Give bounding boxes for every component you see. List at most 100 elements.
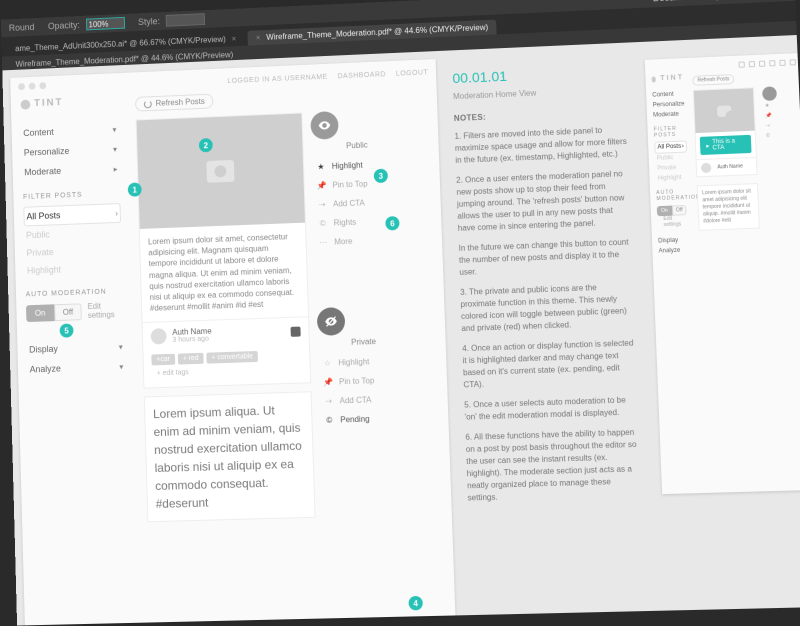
author-name: Auth Name [717, 163, 743, 170]
canvas-stage: 1 2 3 6 5 4 TINT Content▾ Personalize▾ M… [2, 35, 800, 626]
tag-chip[interactable]: +car [151, 354, 175, 366]
post-card: Lorem ipsum dolor sit amet adipisicing e… [697, 183, 760, 231]
toggle-off[interactable]: Off [54, 303, 82, 321]
post-image-placeholder [137, 114, 305, 229]
header-logout[interactable]: LOGOUT [396, 69, 429, 77]
close-icon[interactable]: × [232, 34, 237, 43]
opacity-input[interactable] [86, 17, 125, 31]
sidebar: TINT Content▾ Personalize▾ Moderate▸ FIL… [10, 73, 142, 626]
post-body: Lorem ipsum dolor sit amet, consectetur … [140, 223, 308, 323]
chevron-right-icon: ▸ [113, 164, 117, 173]
note-item: 4. Once an action or display function is… [462, 337, 637, 391]
eye-off-icon [324, 314, 338, 328]
brand-logo: TINT [20, 95, 117, 110]
cta-button[interactable]: ▸ This is a CTA [700, 135, 752, 155]
post-tags: +car + red + convertable + edit tags [143, 346, 310, 388]
toggle-on[interactable]: On [657, 206, 672, 217]
opacity-label: Opacity: [48, 20, 80, 31]
tag-chip[interactable]: + red [178, 353, 204, 365]
chevron-down-icon: ▾ [119, 342, 123, 351]
eye-icon [317, 118, 331, 132]
action-rights[interactable]: © [764, 130, 799, 142]
copyright-icon: © [318, 219, 328, 228]
notes-header: NOTES: [454, 106, 627, 125]
note-item: 1. Filters are moved into the side panel… [454, 124, 628, 167]
pin-icon: 📌 [323, 378, 333, 387]
close-icon[interactable]: × [256, 33, 261, 42]
auto-moderation-label: AUTO MODERATION [656, 189, 689, 202]
star-icon: ★ [316, 162, 326, 171]
post-body: Lorem ipsum dolor sit amet adipisicing e… [698, 184, 759, 230]
auto-moderation-label: AUTO MODERATION [26, 288, 124, 298]
link-icon: ⇢ [324, 397, 334, 406]
network-icon [291, 327, 301, 337]
note-item: In the future we can change this button … [458, 236, 633, 279]
notes-panel: 00.01.01 Moderation Home View NOTES: 1. … [446, 50, 657, 615]
note-item: 2. Once a user enters the moderation pan… [456, 168, 631, 235]
artboard-secondary: TINT Content Personalize Moderate FILTER… [645, 53, 800, 494]
action-pending[interactable]: ©Pending [320, 408, 412, 430]
camera-icon [206, 160, 234, 183]
refresh-posts-button[interactable]: Refresh Posts [692, 74, 735, 86]
main-content: Refresh Posts ▸ This is a CTA Auth Name … [687, 53, 800, 493]
header-dashboard[interactable]: DASHBOARD [337, 71, 386, 80]
header-logged-in: LOGGED IN AS USERNAME [227, 74, 328, 85]
visibility-toggle[interactable] [762, 86, 777, 101]
tag-chip[interactable]: + convertable [206, 351, 258, 364]
post-image-placeholder [694, 88, 755, 133]
chevron-down-icon: ▾ [112, 125, 116, 134]
visibility-label: Public [311, 139, 403, 152]
visibility-label: Private [318, 336, 410, 348]
filter-section-label: FILTER POSTS [654, 125, 687, 138]
avatar [151, 328, 167, 344]
chevron-down-icon: ▾ [119, 362, 123, 371]
auto-moderation-toggle: On Off [657, 205, 690, 216]
edit-settings-link[interactable]: Edit settings [663, 215, 690, 228]
chevron-down-icon: ▾ [113, 144, 117, 153]
link-icon: ⇢ [317, 200, 327, 209]
chevron-right-icon: › [115, 209, 118, 218]
edit-settings-link[interactable]: Edit settings [87, 301, 123, 320]
filter-highlight[interactable]: Highlight [655, 173, 688, 184]
post-column: Lorem ipsum dolor sit amet, consectetur … [136, 112, 316, 530]
pin-icon: 📌 [316, 181, 326, 190]
note-item: 3. The private and public icons are the … [460, 281, 635, 335]
visibility-toggle[interactable] [317, 307, 346, 336]
toggle-off[interactable]: Off [672, 205, 687, 216]
style-input[interactable] [166, 13, 205, 27]
refresh-posts-button[interactable]: Refresh Posts [135, 94, 214, 112]
window-controls [18, 82, 46, 90]
nav-moderate[interactable]: Moderate [653, 109, 686, 120]
more-icon: ⋯ [318, 238, 328, 247]
nav-analyze[interactable]: Analyze▾ [27, 356, 125, 379]
style-label: Style: [138, 16, 160, 27]
main-content: LOGGED IN AS USERNAME DASHBOARD LOGOUT R… [126, 59, 455, 623]
note-item: 5. Once a user selects auto moderation t… [464, 394, 639, 424]
nav-moderate[interactable]: Moderate▸ [22, 159, 120, 183]
toggle-on[interactable]: On [26, 304, 54, 322]
add-tags-link[interactable]: + edit tags [152, 367, 194, 379]
nav-analyze[interactable]: Analyze [658, 245, 691, 256]
avatar [701, 163, 712, 173]
round-label: Round [9, 22, 35, 33]
note-item: 6. All these functions have the ability … [465, 427, 642, 505]
copyright-icon: © [324, 416, 334, 425]
artboard-main: 1 2 3 6 5 4 TINT Content▾ Personalize▾ M… [10, 59, 455, 625]
auto-moderation-toggle: On Off Edit settings [26, 301, 124, 322]
star-icon: ☆ [322, 358, 332, 367]
menu-document-setup[interactable]: Document Setup [653, 0, 721, 3]
brand-logo: TINT [652, 74, 685, 82]
post-body: Lorem ipsum aliqua. Ut enim ad minim ven… [145, 393, 315, 522]
post-card: ▸ This is a CTA Auth Name [693, 87, 758, 177]
post-meta: Auth Name [697, 157, 757, 176]
post-card: Lorem ipsum dolor sit amet, consectetur … [136, 112, 312, 388]
camera-icon [717, 105, 732, 117]
post-actions-column: Public ★Highlight 📌Pin to Top ⇢Add CTA ©… [310, 108, 416, 526]
filter-section-label: FILTER POSTS [23, 190, 120, 201]
mini-toolbar [692, 59, 796, 70]
filter-highlight[interactable]: Highlight [25, 258, 123, 279]
refresh-icon [144, 100, 152, 108]
header-bar: LOGGED IN AS USERNAME DASHBOARD LOGOUT [134, 69, 428, 89]
visibility-toggle[interactable] [310, 111, 339, 140]
post-time: 3 hours ago [172, 336, 212, 344]
